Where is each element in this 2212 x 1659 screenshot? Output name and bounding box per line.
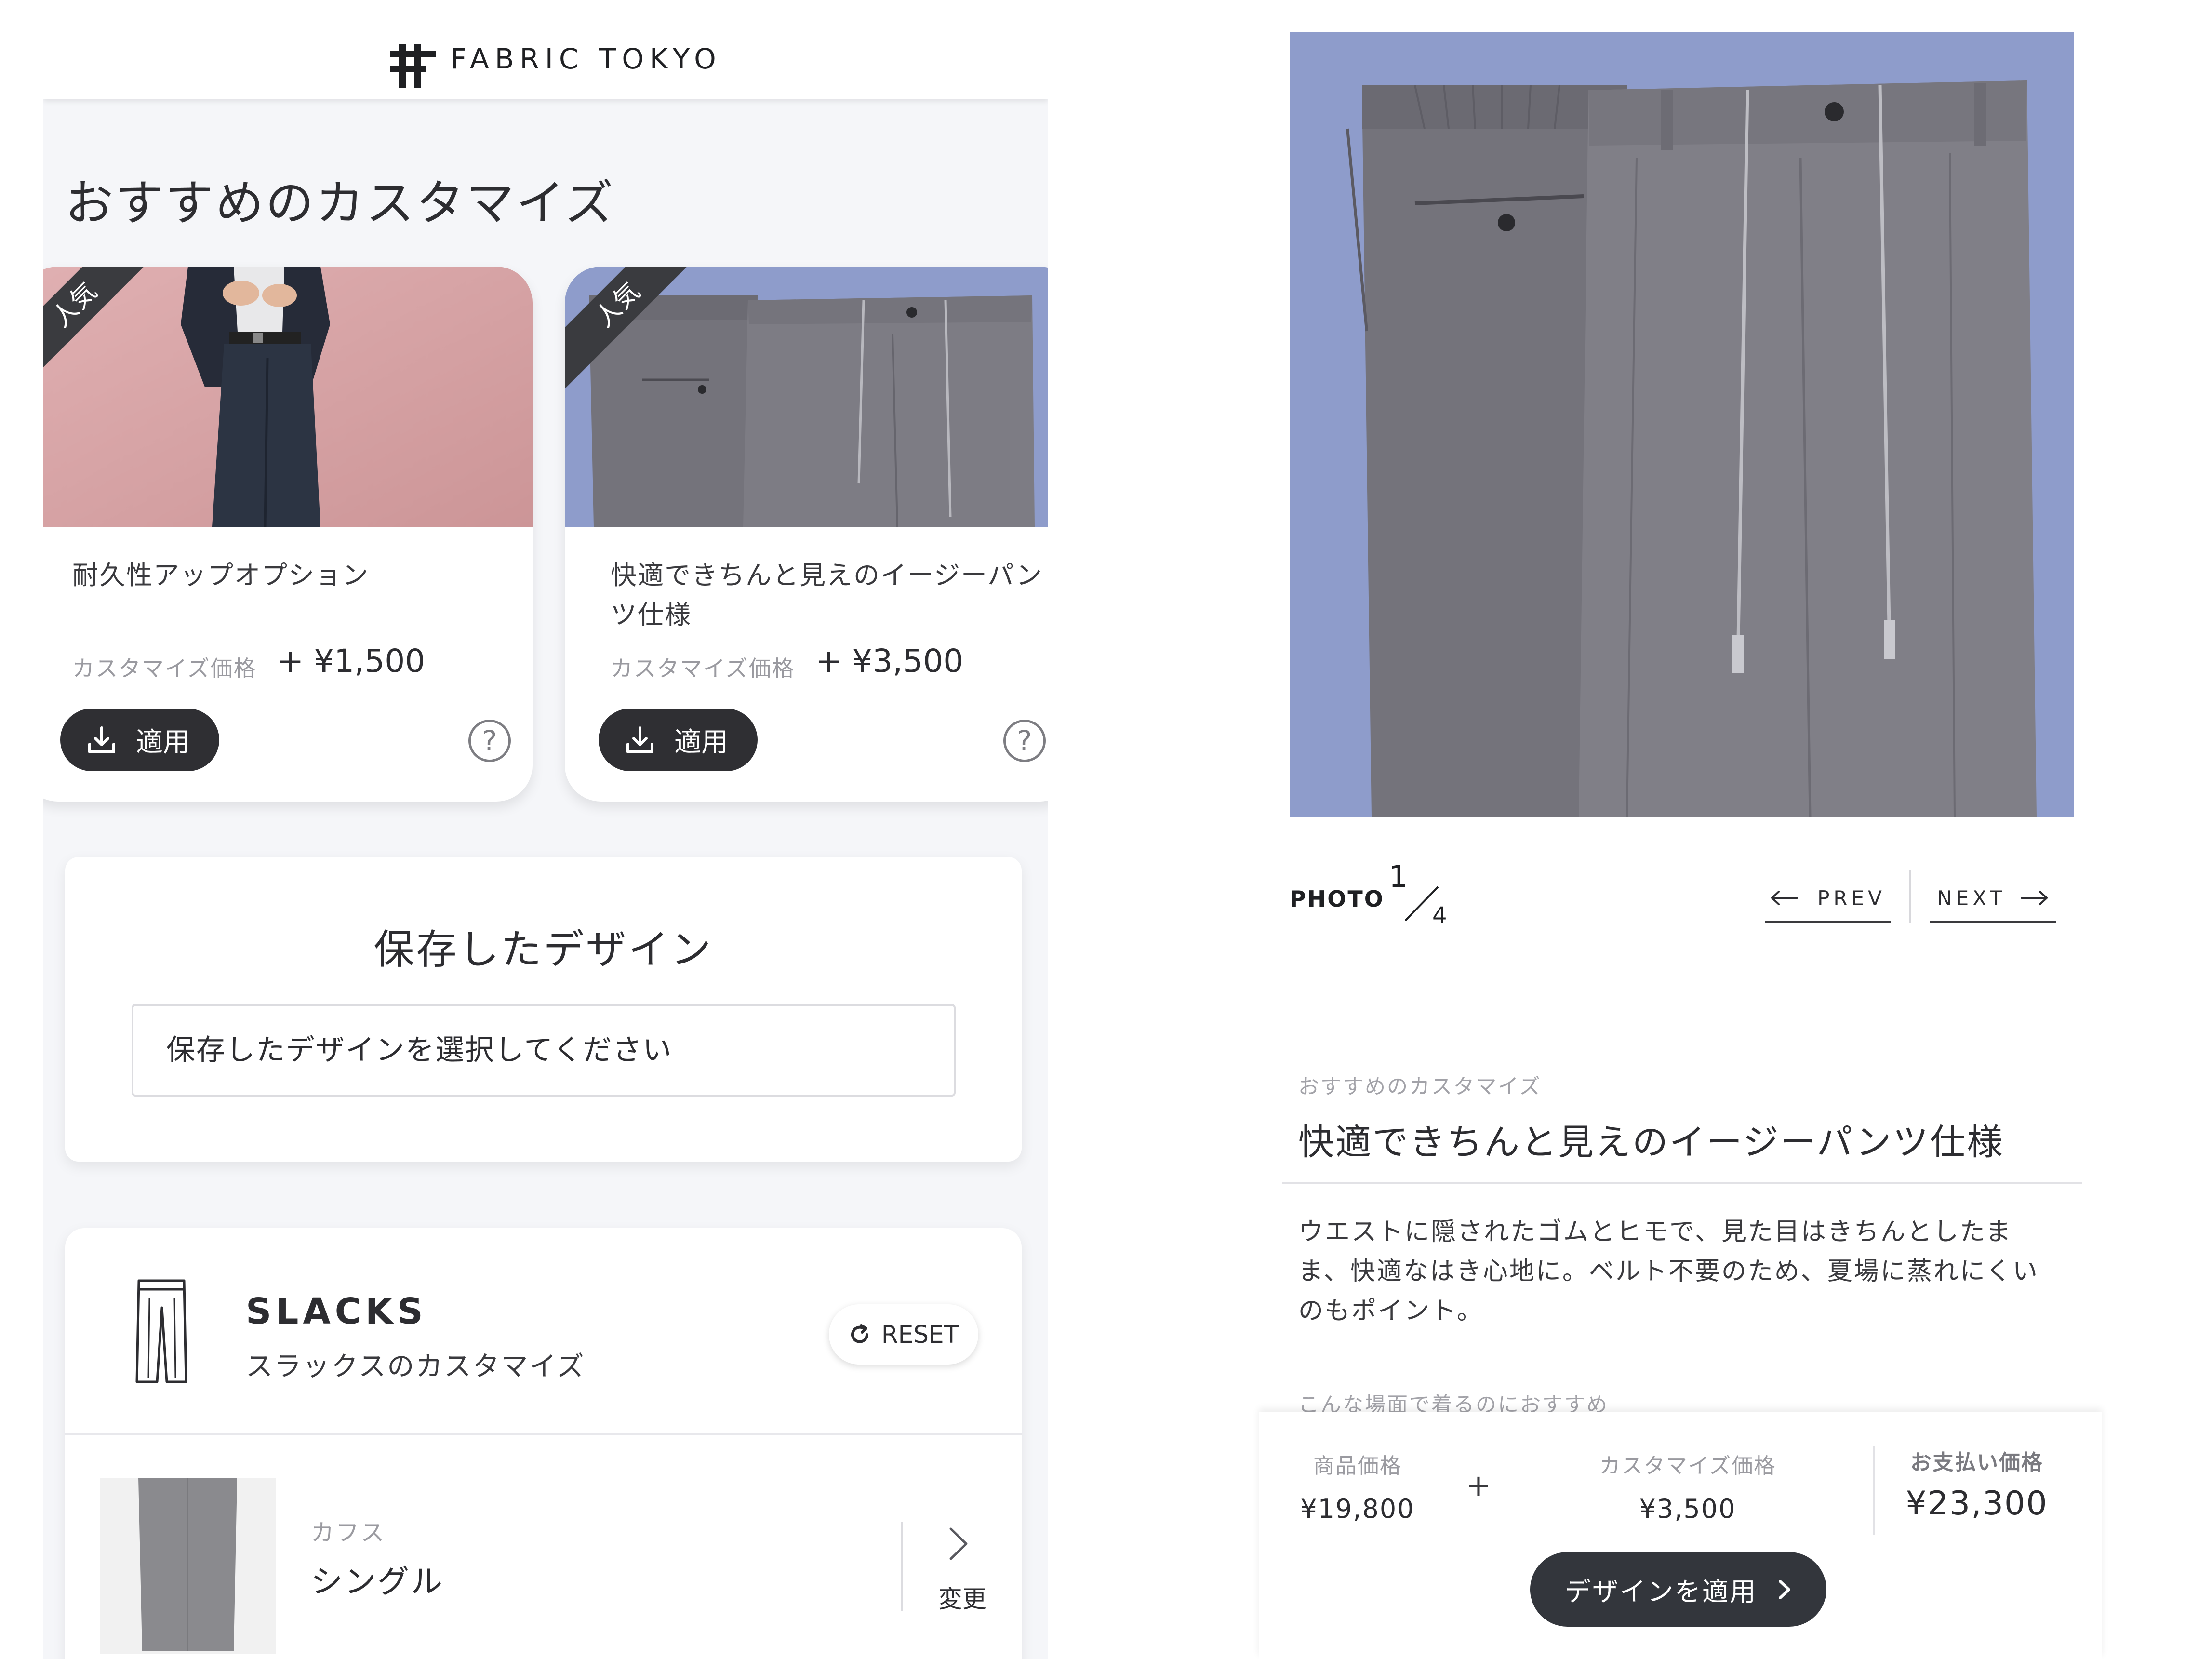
help-icon[interactable]: ? (468, 720, 511, 762)
customize-pane: FABRIC TOKYO おすすめのカスタマイズ 人気 耐久性アップオプション … (43, 0, 1048, 1659)
detail-description: ウエストに隠されたゴムとヒモで、見た目はきちんとしたまま、快適なはき心地に。ベル… (1298, 1217, 2039, 1325)
customize-price-value: ¥3,500 (1639, 1494, 1736, 1524)
customize-price-label: カスタマイズ価格 (1599, 1454, 1776, 1478)
divider (1909, 870, 1911, 923)
arrow-right-icon (2020, 891, 2048, 905)
saved-design-panel: 保存したデザイン 保存したデザインを選択してください (65, 857, 1022, 1162)
product-price-value: ¥19,800 (1300, 1494, 1415, 1524)
refresh-icon (851, 1324, 868, 1343)
brand-logo-mark[interactable] (390, 44, 436, 88)
apply-button[interactable]: 適用 (60, 709, 219, 771)
prev-button[interactable]: PREV (1765, 875, 1891, 923)
card-name: 快適できちんと見えのイージーパンツ仕様 (611, 560, 1043, 630)
card-image-suit (43, 267, 533, 527)
slacks-title: SLACKS (246, 1291, 427, 1332)
payment-price-label: お支払い価格 (1910, 1450, 2043, 1475)
arrow-left-icon (1771, 891, 1799, 905)
payment-price-value: ¥23,300 (1906, 1485, 2048, 1523)
photo-total: 4 (1432, 902, 1447, 929)
screenshot-root: FABRIC TOKYO おすすめのカスタマイズ 人気 耐久性アップオプション … (0, 0, 2212, 1659)
apply-button[interactable]: 適用 (599, 709, 758, 771)
site-header: FABRIC TOKYO (43, 0, 1048, 99)
detail-pane: PHOTO 1 4 PREV NEXT おすすめのカスタマイズ 快適できちんと見… (1259, 0, 2102, 1659)
chevron-right-icon[interactable] (947, 1526, 970, 1562)
prev-label: PREV (1817, 886, 1886, 910)
product-price-label: 商品価格 (1313, 1454, 1402, 1478)
chevron-right-icon (1779, 1579, 1790, 1599)
detail-category: おすすめのカスタマイズ (1298, 1075, 1542, 1099)
divider (65, 1433, 1022, 1435)
saved-design-select[interactable]: 保存したデザインを選択してください (132, 1004, 956, 1097)
recommend-card-durability[interactable]: 人気 耐久性アップオプション カスタマイズ価格 + ¥1,500 適用 ? (43, 267, 533, 802)
plus-sign: + (1466, 1468, 1491, 1503)
card-name: 耐久性アップオプション (72, 560, 369, 590)
saved-design-title: 保存したデザイン (373, 926, 713, 973)
slacks-panel: SLACKS スラックスのカスタマイズ RESET カフス シングル 変更 (65, 1228, 1022, 1659)
cuff-image (100, 1478, 276, 1654)
reset-button-label: RESET (881, 1320, 959, 1349)
product-photo (1290, 32, 2074, 817)
divider (901, 1522, 903, 1611)
apply-button-label: 適用 (674, 726, 728, 758)
detail-title: 快適できちんと見えのイージーパンツ仕様 (1298, 1122, 2004, 1163)
change-button[interactable]: 変更 (938, 1580, 986, 1615)
divider (1873, 1446, 1875, 1535)
product-price: 商品価格 ¥19,800 (1297, 1448, 1418, 1524)
next-label: NEXT (1937, 886, 2006, 910)
cuff-label: カフス (311, 1519, 386, 1546)
recommend-card-easy-pants[interactable]: 人気 快適できちんと見えのイージーパンツ仕様 カスタマイズ価格 + ¥3,500… (565, 267, 1048, 802)
reset-button[interactable]: RESET (829, 1304, 978, 1365)
apply-design-label: デザインを適用 (1565, 1577, 1757, 1607)
photo-label: PHOTO (1290, 886, 1385, 912)
apply-button-label: 適用 (136, 726, 190, 758)
card-price-label: カスタマイズ価格 (611, 656, 795, 682)
card-price: + ¥1,500 (277, 642, 426, 680)
download-icon (626, 726, 653, 753)
slacks-subtitle: スラックスのカスタマイズ (246, 1351, 586, 1382)
apply-design-button[interactable]: デザインを適用 (1530, 1552, 1826, 1627)
photo-current: 1 (1389, 859, 1408, 894)
card-price-label: カスタマイズ価格 (72, 656, 257, 682)
next-button[interactable]: NEXT (1930, 875, 2056, 923)
slacks-icon (135, 1279, 187, 1383)
customize-price: カスタマイズ価格 ¥3,500 (1591, 1448, 1784, 1524)
brand-logo-text[interactable]: FABRIC TOKYO (451, 42, 722, 75)
card-price: + ¥3,500 (815, 642, 964, 680)
help-icon[interactable]: ? (1003, 720, 1046, 762)
price-summary-bar: 商品価格 ¥19,800 + カスタマイズ価格 ¥3,500 お支払い価格 ¥2… (1259, 1412, 2102, 1659)
cuff-value: シングル (311, 1563, 444, 1600)
recommend-section-title: おすすめのカスタマイズ (65, 175, 615, 231)
divider (1282, 1182, 2082, 1184)
payment-price: お支払い価格 ¥23,300 (1900, 1445, 2054, 1523)
download-icon (88, 726, 115, 753)
